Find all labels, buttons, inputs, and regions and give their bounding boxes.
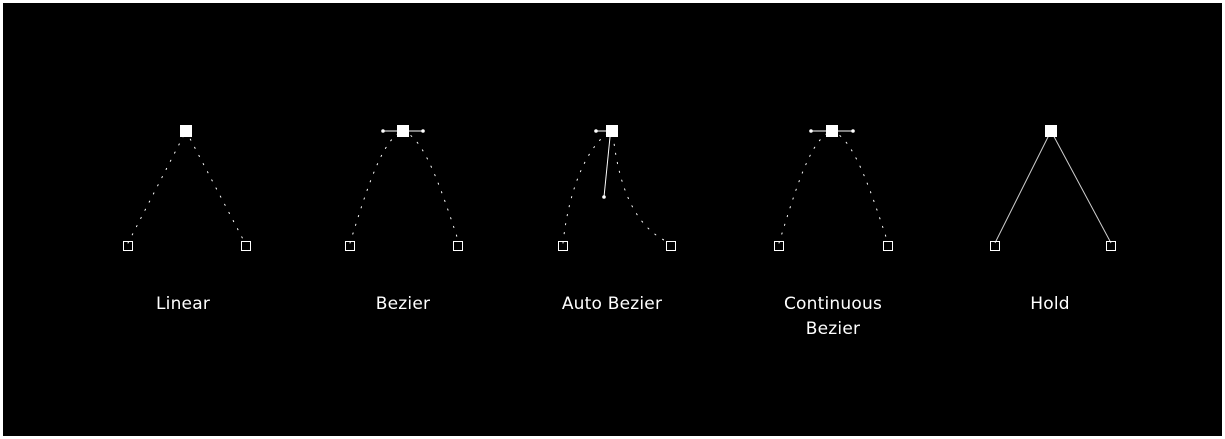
label-auto-bezier: Auto Bezier (561, 294, 663, 314)
auto-bezier-handle-left (594, 129, 598, 133)
linear-curve-graphic (123, 125, 251, 251)
continuous-bezier-curve-left (778, 130, 833, 244)
auto-bezier-curve-left (562, 132, 609, 244)
linear-curve-right (185, 130, 246, 244)
hold-line-left (994, 130, 1052, 244)
hold-line-right (1050, 130, 1112, 244)
hold-curve-graphic (990, 125, 1116, 251)
linear-keyframe-right (241, 241, 251, 251)
bezier-keyframe-peak (397, 125, 409, 137)
label-hold: Hold (1030, 294, 1070, 314)
bezier-curve-right (402, 130, 460, 244)
keyframe-interpolation-diagram: Linear Bezier Auto Bezier Continuous Bez… (3, 3, 1222, 436)
auto-bezier-handle-down (603, 136, 611, 198)
auto-bezier-curve-right (612, 134, 671, 244)
auto-bezier-keyframe-right (666, 241, 676, 251)
interpolation-curves (123, 125, 1116, 251)
continuous-bezier-handle-left (809, 129, 813, 133)
continuous-bezier-curve-right (831, 130, 889, 244)
auto-bezier-handle-bottom (602, 195, 606, 199)
bezier-handle-left (381, 129, 385, 133)
continuous-bezier-curve-graphic (774, 125, 893, 251)
label-bezier: Bezier (375, 294, 431, 314)
bezier-curve-left (349, 130, 404, 244)
auto-bezier-keyframe-peak (606, 125, 618, 137)
linear-curve-left (127, 130, 187, 244)
bezier-keyframe-right (453, 241, 463, 251)
continuous-bezier-handle-right (851, 129, 855, 133)
label-linear: Linear (155, 294, 211, 314)
auto-bezier-curve-graphic (558, 125, 676, 251)
bezier-handle-right (421, 129, 425, 133)
hold-keyframe-peak (1045, 125, 1057, 137)
label-continuous-bezier: Continuous Bezier (783, 294, 882, 339)
linear-keyframe-peak (180, 125, 192, 137)
bezier-curve-graphic (345, 125, 463, 251)
continuous-bezier-keyframe-right (883, 241, 893, 251)
continuous-bezier-keyframe-peak (826, 125, 838, 137)
